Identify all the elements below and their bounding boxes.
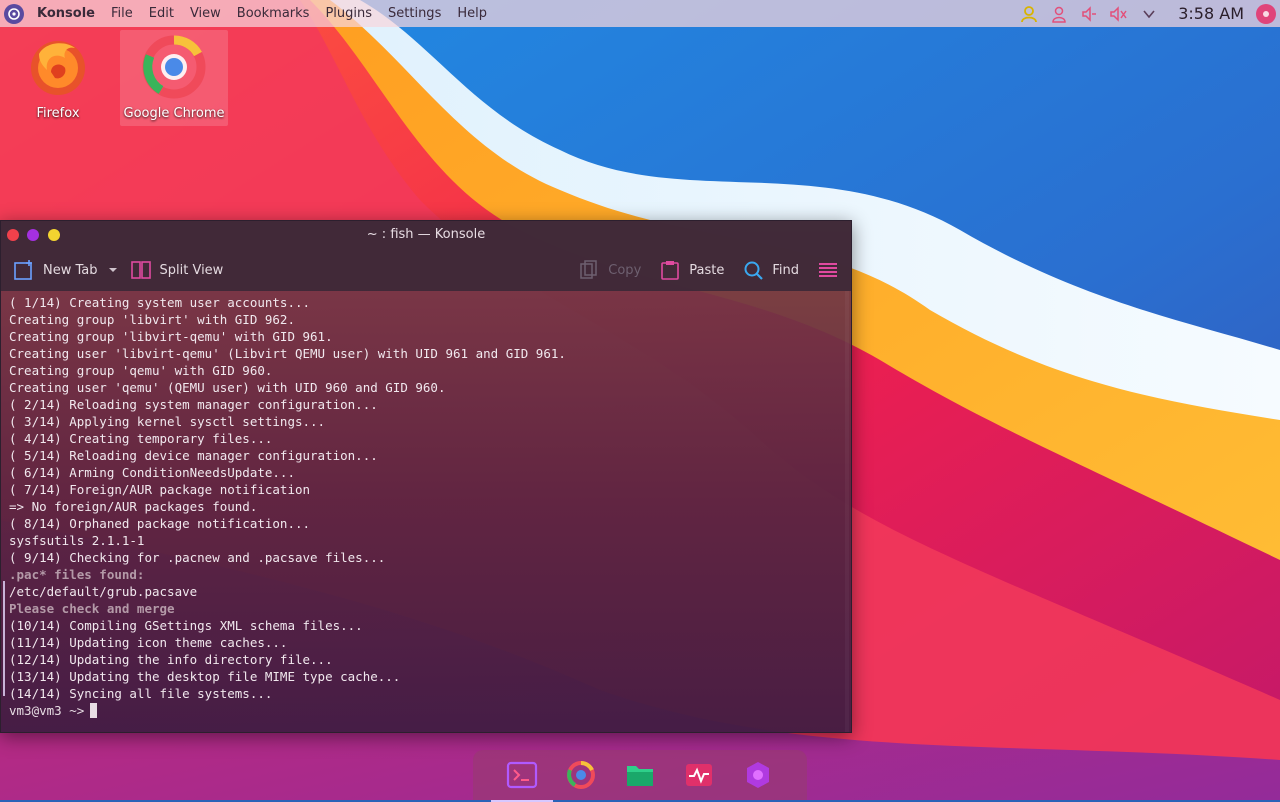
text-cursor — [90, 703, 98, 718]
terminal-line: ( 3/14) Applying kernel sysctl settings.… — [9, 414, 326, 429]
dock-item-terminal[interactable] — [491, 757, 553, 802]
menu-bookmarks[interactable]: Bookmarks — [229, 0, 318, 27]
menu-edit[interactable]: Edit — [141, 0, 182, 27]
terminal-line: Creating user 'libvirt-qemu' (Libvirt QE… — [9, 346, 566, 361]
terminal-icon — [506, 761, 538, 789]
new-tab-label: New Tab — [43, 262, 98, 278]
split-view-label: Split View — [159, 262, 224, 278]
terminal-line: ( 9/14) Checking for .pacnew and .pacsav… — [9, 550, 386, 565]
copy-icon — [578, 259, 600, 281]
window-titlebar[interactable]: ~ : fish — Konsole — [1, 221, 851, 249]
terminal-line: ( 2/14) Reloading system manager configu… — [9, 397, 378, 412]
new-tab-icon — [13, 259, 35, 281]
system-monitor-icon — [686, 764, 712, 786]
terminal-line: => No foreign/AUR packages found. — [9, 499, 258, 514]
desktop-icon-label: Firefox — [36, 106, 80, 121]
desktop-icon-google-chrome[interactable]: Google Chrome — [120, 30, 228, 126]
split-view-button[interactable]: Split View — [130, 255, 224, 285]
terminal-line: Please check and merge — [9, 601, 175, 616]
konsole-toolbar: New Tab Split View Copy Paste Find — [1, 249, 851, 291]
terminal-line: ( 6/14) Arming ConditionNeedsUpdate... — [9, 465, 295, 480]
dock-item-system-monitor[interactable] — [681, 757, 717, 793]
new-tab-dropdown[interactable] — [108, 255, 118, 285]
user-avatar-icon[interactable] — [1256, 3, 1276, 24]
paste-label: Paste — [689, 262, 725, 278]
dock-item-files[interactable] — [622, 757, 658, 793]
terminal-output: ( 1/14) Creating system user accounts...… — [1, 291, 851, 719]
firefox-icon — [31, 41, 85, 95]
dock-item-chrome[interactable] — [563, 757, 599, 793]
person-icon[interactable] — [1048, 3, 1070, 25]
settings-icon — [747, 762, 769, 788]
user-icon[interactable] — [1018, 3, 1040, 25]
terminal-line: Creating group 'qemu' with GID 960. — [9, 363, 273, 378]
top-panel: Konsole File Edit View Bookmarks Plugins… — [0, 0, 1280, 27]
clock[interactable]: 3:58 AM — [1178, 4, 1244, 23]
chevron-down-icon — [108, 268, 117, 272]
window-title: ~ : fish — Konsole — [366, 227, 486, 242]
desktop-icon-label: Google Chrome — [123, 106, 225, 121]
terminal-view[interactable]: ( 1/14) Creating system user accounts...… — [1, 291, 851, 732]
paste-icon — [659, 259, 681, 281]
find-button[interactable]: Find — [742, 255, 799, 285]
muted-speaker-icon[interactable] — [1108, 3, 1130, 25]
hamburger-menu-button[interactable] — [817, 255, 839, 285]
terminal-line: /etc/default/grub.pacsave — [9, 584, 198, 599]
terminal-line: ( 8/14) Orphaned package notification... — [9, 516, 311, 531]
konsole-window: ~ : fish — Konsole New Tab Split View Co… — [0, 220, 852, 733]
menu-settings[interactable]: Settings — [380, 0, 449, 27]
terminal-line: sysfsutils 2.1.1-1 — [9, 533, 145, 548]
terminal-marker — [3, 581, 5, 696]
system-tray: 3:58 AM — [1014, 0, 1280, 27]
menu-view[interactable]: View — [182, 0, 229, 27]
app-menu-konsole[interactable]: Konsole — [33, 0, 103, 27]
new-tab-button[interactable]: New Tab — [13, 255, 98, 285]
paste-button[interactable]: Paste — [659, 255, 724, 285]
volume-icon[interactable] — [1078, 3, 1100, 25]
terminal-line: ( 7/14) Foreign/AUR package notification — [9, 482, 311, 497]
files-icon — [627, 766, 653, 786]
menu-plugins[interactable]: Plugins — [317, 0, 380, 27]
chrome-icon — [142, 35, 206, 99]
menu-help[interactable]: Help — [449, 0, 495, 27]
copy-button[interactable]: Copy — [578, 255, 641, 285]
hamburger-menu-icon — [819, 263, 837, 277]
copy-label: Copy — [608, 262, 642, 278]
app-launcher-icon[interactable] — [4, 3, 24, 24]
terminal-line: Creating group 'libvirt-qemu' with GID 9… — [9, 329, 333, 344]
terminal-line: .pac* files found: — [9, 567, 145, 582]
terminal-line: Creating group 'libvirt' with GID 962. — [9, 312, 295, 327]
terminal-scrollbar[interactable] — [845, 291, 849, 732]
terminal-line: Creating user 'qemu' (QEMU user) with UI… — [9, 380, 446, 395]
chevron-down-icon[interactable] — [1138, 3, 1160, 25]
terminal-line: ( 5/14) Reloading device manager configu… — [9, 448, 378, 463]
terminal-line: ( 4/14) Creating temporary files... — [9, 431, 273, 446]
terminal-prompt-line[interactable]: vm3@vm3 ~> — [9, 702, 851, 719]
dock — [473, 750, 807, 802]
terminal-line: (12/14) Updating the info directory file… — [9, 652, 333, 667]
terminal-line: (14/14) Syncing all file systems... — [9, 686, 273, 701]
desktop-icon-firefox[interactable]: Firefox — [4, 30, 112, 126]
terminal-line: (13/14) Updating the desktop file MIME t… — [9, 669, 401, 684]
chrome-icon — [567, 760, 595, 789]
dock-item-settings[interactable] — [740, 757, 776, 793]
search-icon — [742, 259, 764, 281]
terminal-line: (11/14) Updating icon theme caches... — [9, 635, 288, 650]
split-view-icon — [130, 259, 152, 281]
terminal-line: (10/14) Compiling GSettings XML schema f… — [9, 618, 363, 633]
shell-prompt: vm3@vm3 ~> — [9, 703, 85, 718]
menu-file[interactable]: File — [103, 0, 141, 27]
find-label: Find — [772, 262, 799, 278]
terminal-line: ( 1/14) Creating system user accounts... — [9, 295, 311, 310]
